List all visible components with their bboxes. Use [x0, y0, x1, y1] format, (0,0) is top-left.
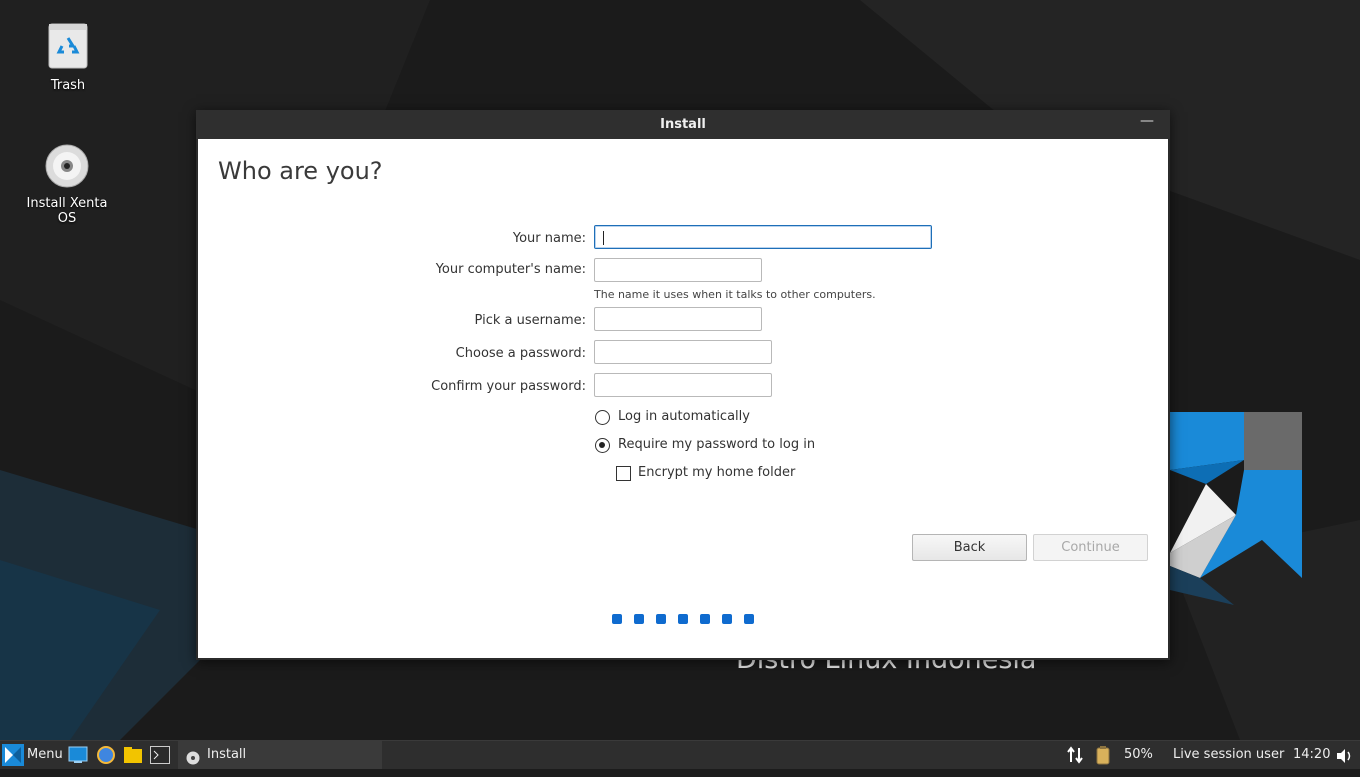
auto-login-label[interactable]: Log in automatically: [618, 409, 750, 424]
computer-name-label: Your computer's name:: [435, 262, 586, 277]
battery-percentage: 50%: [1124, 747, 1153, 762]
taskbar: Menu Install 50% Live session user 14:20: [0, 740, 1360, 769]
password-label: Choose a password:: [455, 346, 586, 361]
minimize-icon[interactable]: —: [1140, 113, 1156, 133]
page-title: Who are you?: [218, 157, 383, 185]
progress-dot: [634, 614, 644, 624]
terminal-icon[interactable]: [150, 746, 170, 764]
desktop-icon-trash[interactable]: Trash: [18, 22, 118, 93]
network-icon[interactable]: [1066, 746, 1084, 764]
browser-icon[interactable]: [96, 746, 116, 764]
installer-page: Who are you? Your name: Your computer's …: [198, 139, 1168, 658]
window-titlebar[interactable]: Install —: [196, 110, 1170, 139]
progress-dot: [656, 614, 666, 624]
your-name-label: Your name:: [512, 231, 586, 246]
desktop-icon-label: Trash: [50, 78, 86, 93]
installer-window: Install — Who are you? Your name: Your c…: [196, 110, 1170, 660]
progress-dot: [700, 614, 710, 624]
disc-icon: [17, 144, 117, 192]
password-field[interactable]: [594, 340, 772, 364]
progress-dot: [722, 614, 732, 624]
computer-name-hint: The name it uses when it talks to other …: [594, 288, 876, 301]
encrypt-home-checkbox[interactable]: [616, 466, 631, 481]
task-install-label[interactable]: Install: [207, 741, 246, 769]
confirm-password-field[interactable]: [594, 373, 772, 397]
folder-icon[interactable]: [123, 746, 143, 764]
session-user[interactable]: Live session user: [1173, 741, 1284, 769]
desktop-icon[interactable]: [68, 746, 88, 764]
username-label: Pick a username:: [474, 313, 586, 328]
auto-login-radio[interactable]: [595, 410, 610, 425]
continue-button[interactable]: Continue: [1033, 534, 1148, 561]
username-field[interactable]: [594, 307, 762, 331]
progress-dot: [612, 614, 622, 624]
confirm-password-label: Confirm your password:: [431, 379, 586, 394]
progress-dot: [744, 614, 754, 624]
trash-icon: [18, 22, 118, 74]
progress-dot: [678, 614, 688, 624]
computer-name-field[interactable]: [594, 258, 762, 282]
disc-icon: [186, 748, 200, 765]
desktop-icon-label: Install Xenta OS: [26, 196, 108, 226]
your-name-field[interactable]: [594, 225, 932, 249]
encrypt-home-label[interactable]: Encrypt my home folder: [638, 465, 795, 480]
menu-button[interactable]: Menu: [27, 741, 63, 769]
text-caret: [603, 231, 604, 245]
require-password-label[interactable]: Require my password to log in: [618, 437, 815, 452]
battery-icon[interactable]: [1094, 745, 1112, 765]
clock[interactable]: 14:20: [1293, 741, 1330, 769]
volume-icon[interactable]: [1336, 747, 1354, 763]
require-password-radio[interactable]: [595, 438, 610, 453]
desktop-icon-install[interactable]: Install Xenta OS: [17, 144, 117, 226]
back-button[interactable]: Back: [912, 534, 1027, 561]
window-title: Install: [660, 117, 706, 132]
menu-logo-icon[interactable]: [2, 744, 24, 766]
